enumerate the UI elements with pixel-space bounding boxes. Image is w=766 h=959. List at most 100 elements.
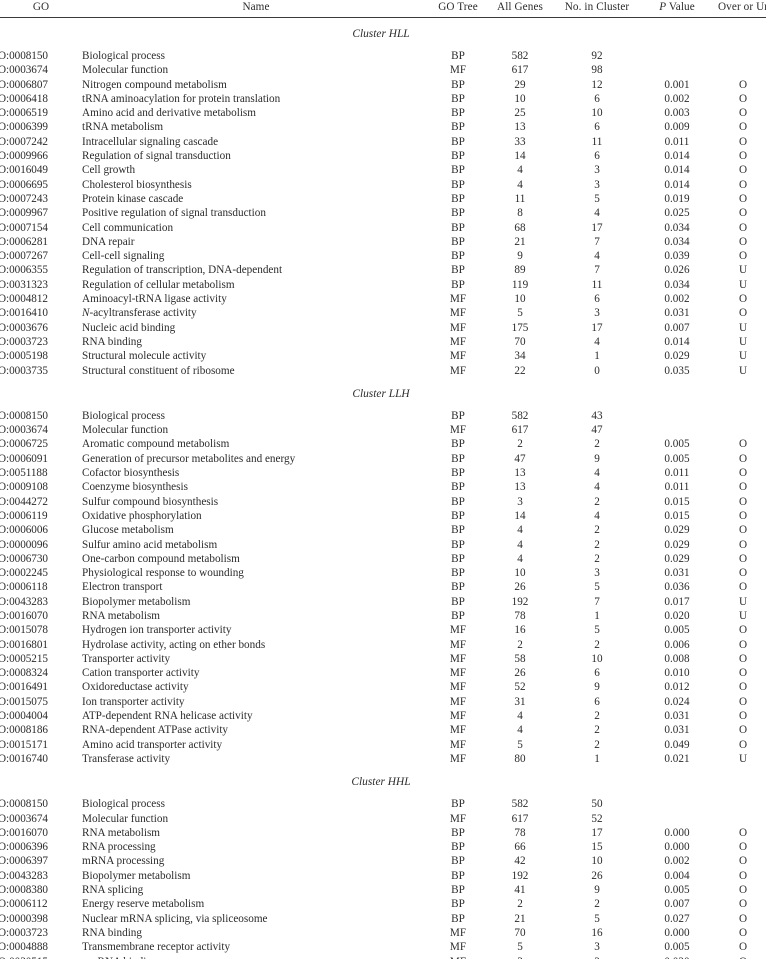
column-header-name: Name [242, 1, 270, 13]
cell-all-genes: 70 [514, 335, 526, 348]
cell-no-in-cluster: 17 [591, 826, 603, 839]
table-row: GO:0006006 Glucose metabolism BP 4 2 0.029 O [0, 523, 766, 537]
cell-p-value: 0.017 [664, 595, 690, 608]
cell-go: GO:0006119 [0, 509, 48, 522]
cell-p-value: 0.000 [664, 826, 690, 839]
cell-over-or-under: O [738, 941, 748, 954]
column-header-p-value: P Value [640, 0, 714, 17]
cell-name: N-acyltransferase activity [82, 306, 430, 320]
cell-over-or-under: U [738, 264, 748, 277]
cell-over-or-under [714, 49, 766, 63]
cell-go: GO:0031323 [0, 278, 48, 291]
cell-p-value [640, 49, 714, 63]
cell-over-or-under: O [738, 826, 748, 839]
table-row: GO:0006807 Nitrogen compound metabolism BP… [0, 78, 766, 92]
table-row: GO:0008150 Biological process BP 582 50 [0, 797, 766, 811]
cell-go-tree: BP [451, 250, 465, 263]
cell-no-in-cluster: 6 [594, 150, 600, 163]
cell-p-value: 0.020 [640, 955, 714, 959]
cell-over-or-under: O [738, 293, 748, 306]
cell-all-genes: 78 [514, 826, 526, 839]
cell-all-genes: 582 [511, 798, 529, 811]
cell-name: Transmembrane receptor activity [82, 941, 231, 954]
cell-no-in-cluster: 5 [594, 624, 600, 637]
cell-all-genes: 14 [514, 509, 526, 522]
cell-go: GO:0006281 [0, 235, 48, 248]
cell-name: Glucose metabolism [82, 524, 174, 537]
cell-p-value: 0.049 [664, 738, 690, 751]
table-row: GO:0016491 Oxidoreductase activity MF 52 9 0.… [0, 680, 766, 694]
cell-go-tree: BP [451, 78, 465, 91]
cell-go-tree: MF [449, 710, 467, 723]
cell-go: GO:0008380 [0, 884, 48, 897]
cell-over-or-under: O [738, 912, 748, 925]
cell-go-tree: BP [451, 841, 465, 854]
table-row: GO:0003735 Structural constituent of ribo… [0, 364, 766, 378]
cell-all-genes: 31 [514, 695, 526, 708]
cell-go: GO:0006355 [0, 264, 48, 277]
cell-p-value: 0.020 [664, 609, 690, 622]
table-row: GO:0003674 Molecular function MF 617 98 [0, 63, 766, 77]
cell-go: GO:0016070 [0, 826, 48, 839]
cell-all-genes: 13 [514, 121, 526, 134]
cell-go: GO:0006112 [0, 898, 48, 911]
cell-p-value: 0.015 [664, 509, 690, 522]
cell-name: Oxidative phosphorylation [82, 509, 202, 522]
cell-name: Biological process [82, 409, 165, 422]
cell-all-genes: 2 [517, 898, 523, 911]
table-row: GO:0008380 RNA splicing BP 41 9 0.005 O [0, 883, 766, 897]
cell-go-tree: BP [451, 221, 465, 234]
cell-over-or-under: O [738, 121, 748, 134]
cell-name: Oxidoreductase activity [82, 681, 189, 694]
cell-p-value: 0.025 [664, 207, 690, 220]
cell-no-in-cluster: 6 [594, 293, 600, 306]
cell-no-in-cluster: 3 [594, 307, 600, 320]
cell-go: GO:0043283 [0, 595, 48, 608]
cell-p-value: 0.008 [664, 652, 690, 665]
column-header-go-tree: GO Tree [438, 1, 478, 13]
cell-p-value: 0.014 [664, 178, 690, 191]
cell-p-value: 0.006 [664, 638, 690, 651]
cell-go-tree: BP [451, 595, 465, 608]
cell-p-value: 0.031 [664, 307, 690, 320]
cell-name: mRNA processing [82, 855, 165, 868]
cell-all-genes: 582 [511, 409, 529, 422]
go-enrichment-table: GO Name GO Tree All Genes No. in Cluster… [0, 0, 766, 959]
cell-all-genes: 33 [514, 135, 526, 148]
cell-all-genes: 13 [514, 481, 526, 494]
cell-go: GO:0004004 [0, 710, 48, 723]
cell-over-or-under: O [738, 307, 748, 320]
cell-no-in-cluster: 2 [594, 495, 600, 508]
cell-p-value: 0.031 [664, 710, 690, 723]
cell-go: GO:0007243 [0, 192, 48, 205]
cell-go: GO:0000398 [0, 912, 48, 925]
cell-go-tree: BP [451, 798, 465, 811]
cell-all-genes: 66 [514, 841, 526, 854]
cell-all-genes: 582 [511, 50, 529, 62]
cell-go-tree: BP [451, 826, 465, 839]
cluster-title-gap [0, 42, 766, 49]
cell-go-tree: BP [451, 92, 465, 105]
table-row: GO:0007243 Protein kinase cascade BP 11 5 0.0… [0, 192, 766, 206]
table-row: GO:0003674 Molecular function MF 617 47 [0, 423, 766, 437]
cell-go: GO:0030515 [0, 955, 82, 959]
cell-name: snoRNA binding [82, 955, 430, 959]
cell-no-in-cluster: 6 [594, 667, 600, 680]
cell-all-genes: 2 [517, 438, 523, 451]
cell-go-tree: BP [451, 912, 465, 925]
cell-go: GO:0015078 [0, 624, 48, 637]
table-row: GO:0007267 Cell-cell signaling BP 9 4 0.039 O [0, 249, 766, 263]
cell-over-or-under: O [738, 78, 748, 91]
table-row: GO:0003676 Nucleic acid binding MF 175 17 0.0… [0, 321, 766, 335]
cell-go: GO:0008150 [0, 50, 48, 62]
cell-all-genes: 8 [517, 207, 523, 220]
cell-all-genes: 25 [514, 107, 526, 120]
cluster-title: Cluster HLL [352, 28, 410, 40]
cell-name: One-carbon compound metabolism [82, 552, 240, 565]
cell-over-or-under: O [738, 524, 748, 537]
cell-no-in-cluster: 16 [591, 926, 603, 939]
cell-name: Molecular function [82, 64, 169, 77]
table-row: GO:0006119 Oxidative phosphorylation BP 14 4… [0, 509, 766, 523]
cell-no-in-cluster: 1 [594, 752, 600, 765]
table-body: Cluster HLL GO:0008150 Biological process B… [0, 27, 766, 959]
